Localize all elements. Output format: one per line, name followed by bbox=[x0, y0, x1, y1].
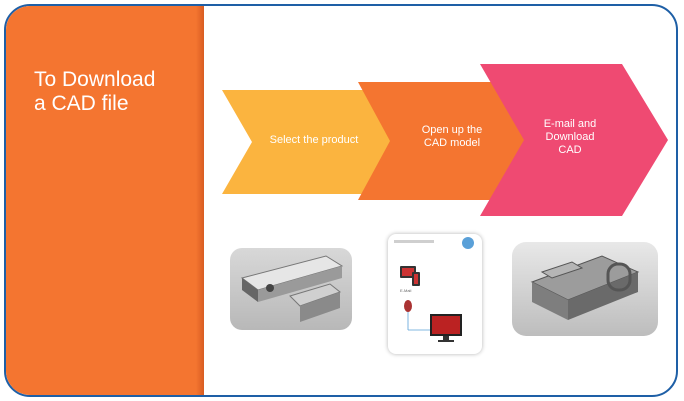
sidebar-panel bbox=[6, 6, 202, 395]
linear-actuator-image bbox=[230, 248, 352, 330]
step-label-3: E-mail and Download CAD bbox=[543, 118, 597, 156]
svg-text:E-Mail: E-Mail bbox=[400, 288, 411, 293]
slide-frame: To Download a CAD file Select the produc… bbox=[4, 4, 678, 397]
step-label-2: Open up the CAD model bbox=[421, 124, 483, 149]
slide-title: To Download a CAD file bbox=[34, 68, 156, 115]
cad-model-image bbox=[512, 242, 658, 336]
step-label-1: Select the product bbox=[269, 134, 359, 146]
sidebar-edge bbox=[196, 6, 204, 395]
device-flow-image: E-Mail bbox=[388, 234, 482, 354]
